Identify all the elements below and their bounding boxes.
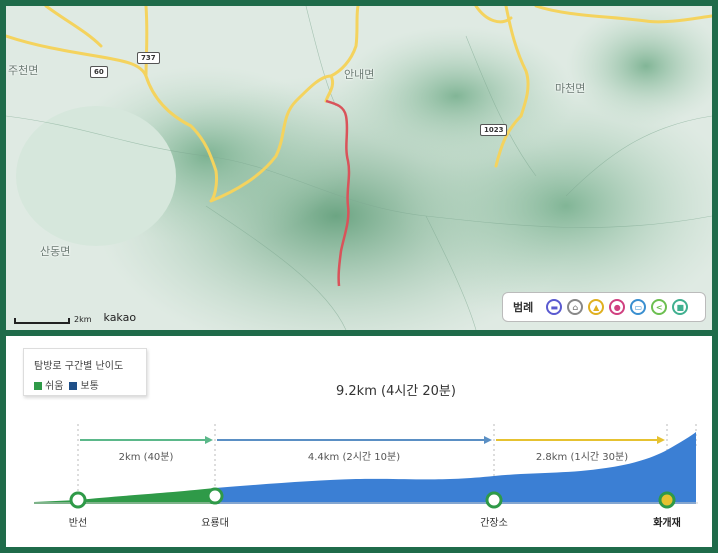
- map-legend[interactable]: 범례 ▬ ⌂ ▲ ● ▭ < ■: [502, 292, 706, 322]
- segment-label: 2km (40분): [119, 451, 174, 463]
- tent-icon[interactable]: ▲: [588, 299, 605, 315]
- waypoint-marker: [485, 491, 503, 509]
- road-shield: 60: [90, 66, 108, 78]
- road-shield: 1023: [480, 124, 508, 136]
- segment-label: 2.8km (1시간 30분): [536, 451, 628, 463]
- bus-icon[interactable]: ▬: [546, 299, 563, 315]
- person-icon[interactable]: ●: [609, 299, 626, 315]
- elevation-profile-panel: 탐방로 구간별 난이도 쉬움 보통 9.2km (4시간 20분) 2km (4…: [6, 336, 712, 547]
- waypoint-label: 반선: [69, 517, 87, 529]
- waypoint-label: 간장소: [480, 517, 508, 529]
- place-label: 산동면: [40, 245, 71, 258]
- elevation-chart: 2km (40분) 4.4km (2시간 10분) 2.8km (1시간 30분…: [34, 424, 698, 529]
- lock-icon[interactable]: ■: [672, 299, 689, 315]
- scale-bar: 2km kakao: [14, 310, 136, 324]
- scale-label: 2km: [74, 315, 92, 324]
- terrain-map: [6, 6, 712, 330]
- waypoint-label: 요룡대: [201, 517, 229, 529]
- car-icon[interactable]: ▭: [630, 299, 647, 315]
- place-label: 주천면: [8, 64, 39, 77]
- scale-line: [14, 318, 70, 324]
- map-panel[interactable]: 주천면 안내면 마천면 산동면 737 60 1023 2km kakao 범례…: [6, 6, 712, 330]
- waypoint-label: 화개재: [653, 516, 681, 529]
- waypoint-marker-destination: [658, 491, 676, 509]
- elevation-area-easy: [34, 488, 215, 504]
- road-shield: 737: [137, 52, 160, 64]
- place-label: 안내면: [344, 68, 375, 81]
- legend-title: 범례: [513, 301, 534, 314]
- waypoint-marker: [206, 487, 224, 505]
- segment-label: 4.4km (2시간 10분): [308, 451, 400, 463]
- map-brand: kakao: [103, 311, 137, 324]
- place-label: 마천면: [555, 82, 586, 95]
- waypoint-marker: [69, 491, 87, 509]
- share-icon[interactable]: <: [651, 299, 668, 315]
- elevation-area-normal: [215, 432, 696, 504]
- shelter-icon[interactable]: ⌂: [567, 299, 584, 315]
